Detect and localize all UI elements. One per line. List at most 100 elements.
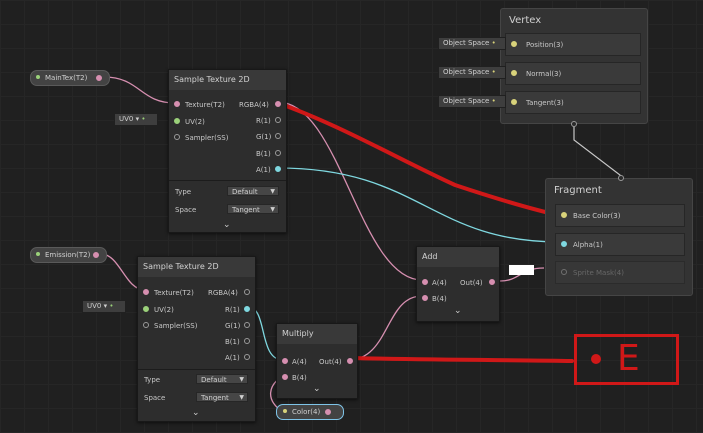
collapse-chevron-icon[interactable]: ⌄ bbox=[223, 220, 231, 230]
a-output-label: A(1) bbox=[225, 354, 240, 362]
texture-input-port[interactable] bbox=[143, 289, 149, 295]
node-separator bbox=[138, 369, 255, 370]
spritemask-port[interactable] bbox=[561, 269, 567, 275]
emission-output-port[interactable] bbox=[93, 252, 99, 258]
position-label: Position(3) bbox=[526, 41, 564, 49]
fragment-slot-spritemask[interactable]: Sprite Mask(4) bbox=[555, 261, 685, 284]
space-label: Space bbox=[144, 394, 166, 402]
sampler-input-port[interactable] bbox=[174, 134, 180, 140]
vertex-slot-tangent[interactable]: Tangent(3) bbox=[505, 91, 641, 114]
uv-input-field[interactable]: UV0 ▾ • bbox=[82, 300, 126, 313]
a-output-label: A(1) bbox=[256, 166, 271, 174]
alpha-label: Alpha(1) bbox=[573, 241, 603, 249]
texture-input-label: Texture(T2) bbox=[154, 289, 194, 297]
tangent-space-field[interactable]: Object Space • bbox=[438, 95, 506, 108]
property-dot-icon bbox=[36, 75, 40, 79]
fragment-slot-alpha[interactable]: Alpha(1) bbox=[555, 233, 685, 256]
r-output-port[interactable] bbox=[244, 306, 250, 312]
add-b-label: B(4) bbox=[432, 295, 447, 303]
property-dot-icon bbox=[36, 252, 40, 256]
a-output-port[interactable] bbox=[244, 354, 250, 360]
maintex-output-port[interactable] bbox=[96, 75, 102, 81]
vertex-context[interactable]: Vertex Position(3) Normal(3) Tangent(3) bbox=[500, 8, 648, 124]
multiply-node[interactable]: Multiply A(4) B(4) Out(4) ⌄ bbox=[276, 323, 358, 399]
add-node[interactable]: Add A(4) B(4) Out(4) ⌄ bbox=[416, 246, 500, 322]
wire-vertex-to-fragment bbox=[573, 123, 621, 178]
multiply-b-port[interactable] bbox=[282, 374, 288, 380]
color-property-node[interactable]: Color(4) bbox=[276, 404, 344, 420]
r-output-label: R(1) bbox=[256, 117, 271, 125]
g-output-port[interactable] bbox=[275, 133, 281, 139]
b-output-port[interactable] bbox=[244, 338, 250, 344]
vertex-slot-normal[interactable]: Normal(3) bbox=[505, 62, 641, 85]
type-value: Default bbox=[232, 188, 258, 196]
b-output-port[interactable] bbox=[275, 150, 281, 156]
multiply-out-label: Out(4) bbox=[319, 358, 342, 366]
uv-input-port[interactable] bbox=[174, 118, 180, 124]
color-output-port[interactable] bbox=[325, 409, 331, 415]
sample-texture-node-2[interactable]: Sample Texture 2D Texture(T2) UV(2) Samp… bbox=[137, 256, 256, 422]
multiply-out-port[interactable] bbox=[347, 358, 353, 364]
color-label: Color(4) bbox=[292, 408, 321, 416]
multiply-title[interactable]: Multiply bbox=[277, 324, 357, 344]
add-a-label: A(4) bbox=[432, 279, 447, 287]
alpha-port[interactable] bbox=[561, 241, 567, 247]
multiply-a-port[interactable] bbox=[282, 358, 288, 364]
space-dropdown[interactable]: Tangent ▼ bbox=[227, 204, 279, 214]
multiply-b-label: B(4) bbox=[292, 374, 307, 382]
g-output-label: G(1) bbox=[256, 133, 272, 141]
rgba-output-label: RGBA(4) bbox=[239, 101, 269, 109]
type-dropdown[interactable]: Default ▼ bbox=[227, 186, 279, 196]
emission-property-node[interactable]: Emission(T2) bbox=[30, 247, 107, 263]
property-dot-icon bbox=[283, 409, 287, 413]
chevron-down-icon: ▼ bbox=[270, 206, 275, 213]
node-separator bbox=[169, 180, 286, 181]
basecolor-port[interactable] bbox=[561, 212, 567, 218]
rgba-output-port[interactable] bbox=[275, 101, 281, 107]
annotation-text: E bbox=[617, 338, 640, 379]
spritemask-input-field[interactable] bbox=[509, 265, 534, 275]
sampler-input-port[interactable] bbox=[143, 322, 149, 328]
uv-input-field[interactable]: UV0 ▾ • bbox=[114, 113, 158, 126]
add-b-port[interactable] bbox=[422, 295, 428, 301]
collapse-chevron-icon[interactable]: ⌄ bbox=[313, 384, 321, 394]
uv-input-label: UV(2) bbox=[185, 118, 205, 126]
texture-input-port[interactable] bbox=[174, 101, 180, 107]
add-a-port[interactable] bbox=[422, 279, 428, 285]
fragment-context[interactable]: Fragment Base Color(3) Alpha(1) Sprite M… bbox=[545, 175, 693, 296]
a-output-port[interactable] bbox=[275, 166, 281, 172]
vertex-slot-position[interactable]: Position(3) bbox=[505, 33, 641, 56]
collapse-chevron-icon[interactable]: ⌄ bbox=[192, 408, 200, 418]
sampler-input-label: Sampler(SS) bbox=[185, 134, 229, 142]
fragment-slot-basecolor[interactable]: Base Color(3) bbox=[555, 204, 685, 227]
uv-input-port[interactable] bbox=[143, 306, 149, 312]
sample-texture-title[interactable]: Sample Texture 2D bbox=[138, 257, 255, 277]
rgba-output-port[interactable] bbox=[244, 289, 250, 295]
position-space-field[interactable]: Object Space • bbox=[438, 37, 506, 50]
vertex-title: Vertex bbox=[509, 15, 542, 26]
tangent-port[interactable] bbox=[511, 99, 517, 105]
collapse-chevron-icon[interactable]: ⌄ bbox=[454, 306, 462, 316]
b-output-label: B(1) bbox=[256, 150, 271, 158]
sample-texture-title[interactable]: Sample Texture 2D bbox=[169, 70, 286, 90]
space-dropdown[interactable]: Tangent ▼ bbox=[196, 392, 248, 402]
r-output-label: R(1) bbox=[225, 306, 240, 314]
uv-value: UV0 bbox=[119, 115, 134, 123]
g-output-port[interactable] bbox=[244, 322, 250, 328]
position-port[interactable] bbox=[511, 41, 517, 47]
add-out-port[interactable] bbox=[489, 279, 495, 285]
space-label: Space bbox=[175, 206, 197, 214]
maintex-property-node[interactable]: MainTex(T2) bbox=[30, 70, 110, 86]
r-output-port[interactable] bbox=[275, 117, 281, 123]
type-label: Type bbox=[144, 376, 161, 384]
type-dropdown[interactable]: Default ▼ bbox=[196, 374, 248, 384]
add-title[interactable]: Add bbox=[417, 247, 499, 267]
normal-port[interactable] bbox=[511, 70, 517, 76]
sample-texture-node-1[interactable]: Sample Texture 2D Texture(T2) UV(2) Samp… bbox=[168, 69, 287, 233]
normal-space-field[interactable]: Object Space • bbox=[438, 66, 506, 79]
uv-input-label: UV(2) bbox=[154, 306, 174, 314]
type-label: Type bbox=[175, 188, 192, 196]
vertex-flow-port bbox=[571, 121, 577, 127]
chevron-down-icon: ▼ bbox=[239, 376, 244, 383]
texture-input-label: Texture(T2) bbox=[185, 101, 225, 109]
